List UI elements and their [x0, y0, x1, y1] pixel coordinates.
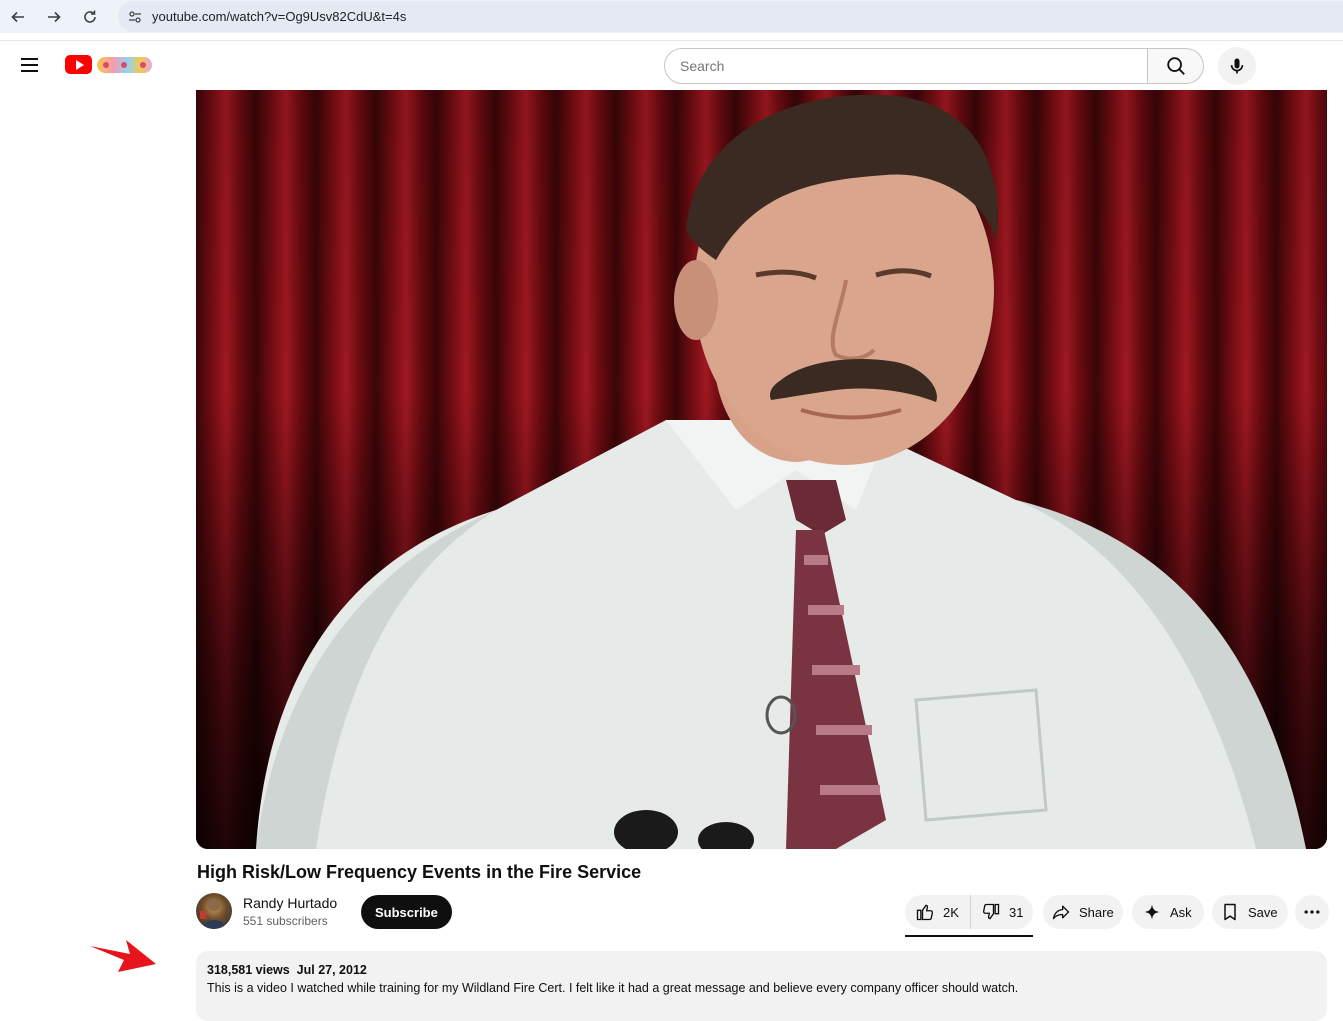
save-bookmark-icon [1224, 903, 1236, 921]
youtube-logo-icon [65, 55, 92, 74]
reload-button[interactable] [72, 0, 108, 33]
ask-sparkle-icon [1144, 904, 1160, 920]
owner-and-actions-row: Randy Hurtado 551 subscribers Subscribe … [196, 893, 1329, 937]
like-icon [916, 904, 934, 921]
share-label: Share [1079, 904, 1114, 920]
ask-button[interactable]: Ask [1132, 895, 1204, 929]
youtube-header [0, 40, 1343, 88]
description-box[interactable]: 318,581 views Jul 27, 2012 This is a vid… [196, 951, 1327, 1021]
video-title: High Risk/Low Frequency Events in the Fi… [197, 862, 642, 882]
save-label: Save [1248, 904, 1278, 920]
forward-icon [48, 11, 61, 22]
doodle-logo [97, 56, 152, 73]
description-text: This is a video I watched while training… [207, 981, 1019, 995]
dislike-button[interactable]: 31 [971, 895, 1023, 929]
site-info-icon[interactable] [118, 9, 152, 25]
like-progress-underline [905, 935, 1033, 937]
more-actions-button[interactable] [1295, 895, 1329, 929]
dislike-count: 31 [1009, 904, 1024, 920]
back-button[interactable] [0, 0, 36, 33]
voice-search-button[interactable] [1218, 47, 1256, 85]
subscriber-count: 551 subscribers [243, 914, 328, 928]
search-input[interactable] [664, 48, 1148, 84]
mic-icon [1230, 58, 1244, 74]
share-icon [1052, 905, 1070, 920]
subscribe-button[interactable]: Subscribe [361, 895, 452, 929]
channel-avatar[interactable] [196, 893, 232, 929]
more-icon [1304, 910, 1320, 914]
back-icon [11, 11, 24, 22]
like-count: 2K [943, 904, 959, 920]
save-button[interactable]: Save [1212, 895, 1288, 929]
search-icon [1166, 57, 1185, 75]
video-player[interactable] [196, 90, 1327, 849]
annotation-arrow-icon [90, 940, 156, 972]
like-dislike-group: 2K 31 [905, 895, 1033, 929]
search-button[interactable] [1148, 48, 1204, 84]
browser-toolbar: youtube.com/watch?v=Og9Usv82CdU&t=4s [0, 0, 1343, 33]
share-button[interactable]: Share [1043, 895, 1123, 929]
forward-button[interactable] [36, 0, 72, 33]
channel-name[interactable]: Randy Hurtado [243, 895, 337, 911]
like-button[interactable]: 2K [905, 895, 971, 929]
address-bar[interactable]: youtube.com/watch?v=Og9Usv82CdU&t=4s [118, 1, 1343, 32]
view-count: 318,581 views [207, 963, 290, 977]
reload-icon [84, 10, 96, 23]
upload-date: Jul 27, 2012 [296, 963, 367, 977]
url-text: youtube.com/watch?v=Og9Usv82CdU&t=4s [152, 9, 407, 24]
search-bar [664, 48, 1204, 84]
menu-icon[interactable] [18, 53, 42, 77]
dislike-icon [982, 903, 1000, 920]
description-meta: 318,581 views Jul 27, 2012 [207, 963, 1316, 977]
video-frame-speaker [256, 94, 1306, 849]
youtube-logo[interactable] [65, 55, 152, 74]
ask-label: Ask [1170, 904, 1192, 920]
